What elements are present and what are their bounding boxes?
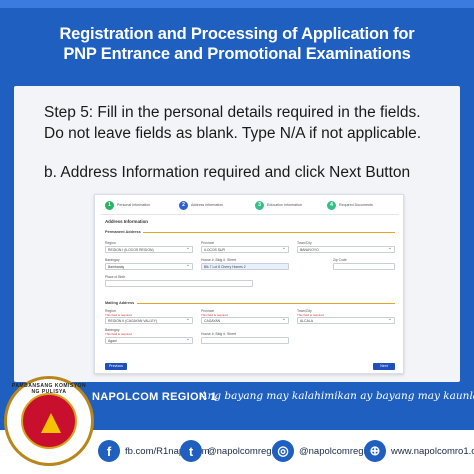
stepper-step-4[interactable]: 4 Required Documents <box>327 200 373 210</box>
stepper-divider <box>101 214 399 215</box>
slogan: Ang bayang may kalahimikan ay bayang may… <box>200 390 474 402</box>
top-strip <box>0 0 474 8</box>
region-name: NAPOLCOM REGION 1 <box>92 391 217 403</box>
stepper-step-1[interactable]: 1 Personal Information <box>105 200 150 210</box>
permanent-address-heading: Permanent Address <box>105 230 141 234</box>
step-label: Address Information <box>191 203 224 207</box>
instagram-icon: ◎ <box>272 440 294 462</box>
title-line-2: PNP Entrance and Promotional Examination… <box>63 45 411 63</box>
stepper-step-3[interactable]: 3 Education Information <box>255 200 302 210</box>
facebook-icon: f <box>98 440 120 462</box>
permanent-divider <box>143 232 395 233</box>
infographic-frame: Registration and Processing of Applicati… <box>0 0 474 474</box>
step-number: 2 <box>179 200 188 210</box>
previous-button[interactable]: Previous <box>105 363 127 370</box>
mailing-address-heading: Mailing Address <box>105 301 135 305</box>
perm-zip-input[interactable] <box>333 263 395 270</box>
instruction-panel: Step 5: Fill in the personal details req… <box>14 86 460 382</box>
social-web[interactable]: ⊕ www.napolcomro1.com <box>364 440 474 462</box>
title-band: Registration and Processing of Applicati… <box>0 24 474 82</box>
mail-province-select[interactable]: CAGAYAN <box>201 317 289 324</box>
perm-province-select[interactable]: ILOCOS SUR <box>201 246 289 253</box>
perm-house-input[interactable]: Blk 7 Lot 8 Cherry Homes 2 <box>201 263 289 270</box>
mail-barangay-select[interactable]: Agani <box>105 337 193 344</box>
step-label: Required Documents <box>339 203 373 207</box>
social-text: www.napolcomro1.com <box>391 445 474 457</box>
step-number: 1 <box>105 200 114 210</box>
perm-town-select[interactable]: BANAYOYO <box>297 246 395 253</box>
perm-house-label: House #, Bldg #, Street <box>201 258 237 262</box>
seal-triangle-icon <box>41 413 61 433</box>
mail-town-select[interactable]: ALCALA <box>297 317 395 324</box>
napolcom-seal: PAMBANSANG KOMISYON NG PULISYA <box>4 376 94 466</box>
perm-town-label: Town/City <box>297 241 312 245</box>
birthplace-input[interactable] <box>105 280 253 287</box>
mail-house-input[interactable] <box>201 337 289 344</box>
mail-barangay-required: This field is required <box>105 332 132 336</box>
step-number: 3 <box>255 200 264 210</box>
seal-emblem <box>21 393 77 449</box>
perm-barangay-label: Barangay <box>105 258 120 262</box>
stepper-step-2[interactable]: 2 Address Information <box>179 200 223 210</box>
birthplace-label: Place of Birth <box>105 275 126 279</box>
mailing-divider <box>137 303 395 304</box>
sub-step-instruction: b. Address Information required and clic… <box>44 164 411 181</box>
step-label: Personal Information <box>117 203 151 207</box>
web-icon: ⊕ <box>364 440 386 462</box>
perm-zip-label: Zip Code <box>333 258 347 262</box>
perm-region-select[interactable]: REGION I (ILOCOS REGION) <box>105 246 193 253</box>
mail-region-select[interactable]: REGION II (CAGAYAN VALLEY) <box>105 317 193 324</box>
next-button[interactable]: Next <box>373 363 395 370</box>
step-line-2: Do not leave fields as blank. Type N/A i… <box>44 125 422 142</box>
mail-house-label: House #, Bldg #, Street <box>201 332 237 336</box>
form-screenshot: 1 Personal Information 2 Address Informa… <box>94 194 404 374</box>
title-line-1: Registration and Processing of Applicati… <box>59 25 415 43</box>
perm-province-label: Province <box>201 241 215 245</box>
step-instruction: Step 5: Fill in the personal details req… <box>44 102 444 144</box>
perm-region-label: Region <box>105 241 116 245</box>
section-title: Address Information <box>105 219 148 224</box>
step-label: Education Information <box>267 203 302 207</box>
form-stepper: 1 Personal Information 2 Address Informa… <box>105 200 395 214</box>
twitter-icon: t <box>180 440 202 462</box>
perm-barangay-select[interactable]: Bambanay <box>105 263 193 270</box>
step-line-1: Step 5: Fill in the personal details req… <box>44 104 421 121</box>
step-number: 4 <box>327 200 336 210</box>
